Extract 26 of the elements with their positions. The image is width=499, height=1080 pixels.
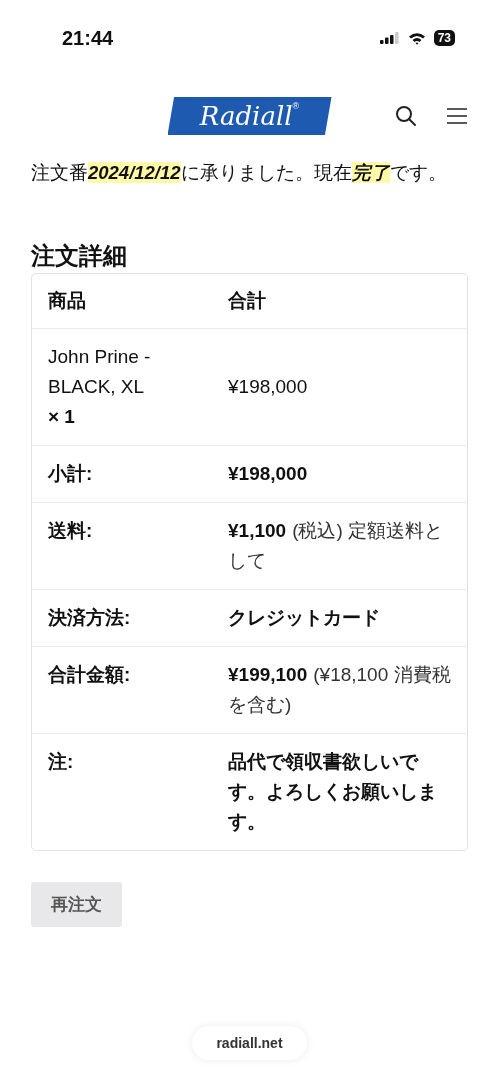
column-header: 合計	[228, 289, 267, 313]
order-status-text: 注文番2024/12/12に承りました。現在完了です。	[30, 161, 448, 185]
url-bar[interactable]: radiall.net	[192, 1026, 307, 1060]
item-total: ¥198,000	[228, 375, 309, 399]
total-value: ¥1,100 (税込) 定額送料として	[228, 519, 445, 573]
search-icon[interactable]	[395, 105, 417, 127]
total-value: クレジットカード	[228, 606, 381, 630]
total-value: ¥199,100 (¥18,100 消費税を含む)	[228, 663, 451, 717]
product-name[interactable]: John Prine - BLACK, XL	[48, 342, 178, 402]
section-title: 注文詳細	[31, 241, 128, 271]
wifi-icon	[407, 31, 426, 45]
total-value: ¥198,000	[228, 462, 309, 486]
total-label: 合計金額:	[48, 663, 132, 687]
signal-icon	[379, 32, 400, 44]
column-header: 商品	[48, 289, 87, 313]
total-label: 小計:	[48, 462, 94, 486]
status-time: 21:44	[62, 26, 114, 50]
battery-level: 73	[433, 30, 455, 46]
brand-logo[interactable]: Radiall$^{®}$	[167, 97, 332, 135]
total-label: 送料:	[48, 519, 94, 543]
product-quantity: × 1	[48, 405, 76, 429]
total-value: 品代で領収書欲しいです。よろしくお願いします。	[228, 750, 438, 834]
total-label: 注:	[48, 750, 75, 774]
menu-icon[interactable]	[446, 107, 468, 125]
total-label: 決済方法:	[48, 606, 132, 630]
reorder-button[interactable]: 再注文	[31, 882, 122, 927]
